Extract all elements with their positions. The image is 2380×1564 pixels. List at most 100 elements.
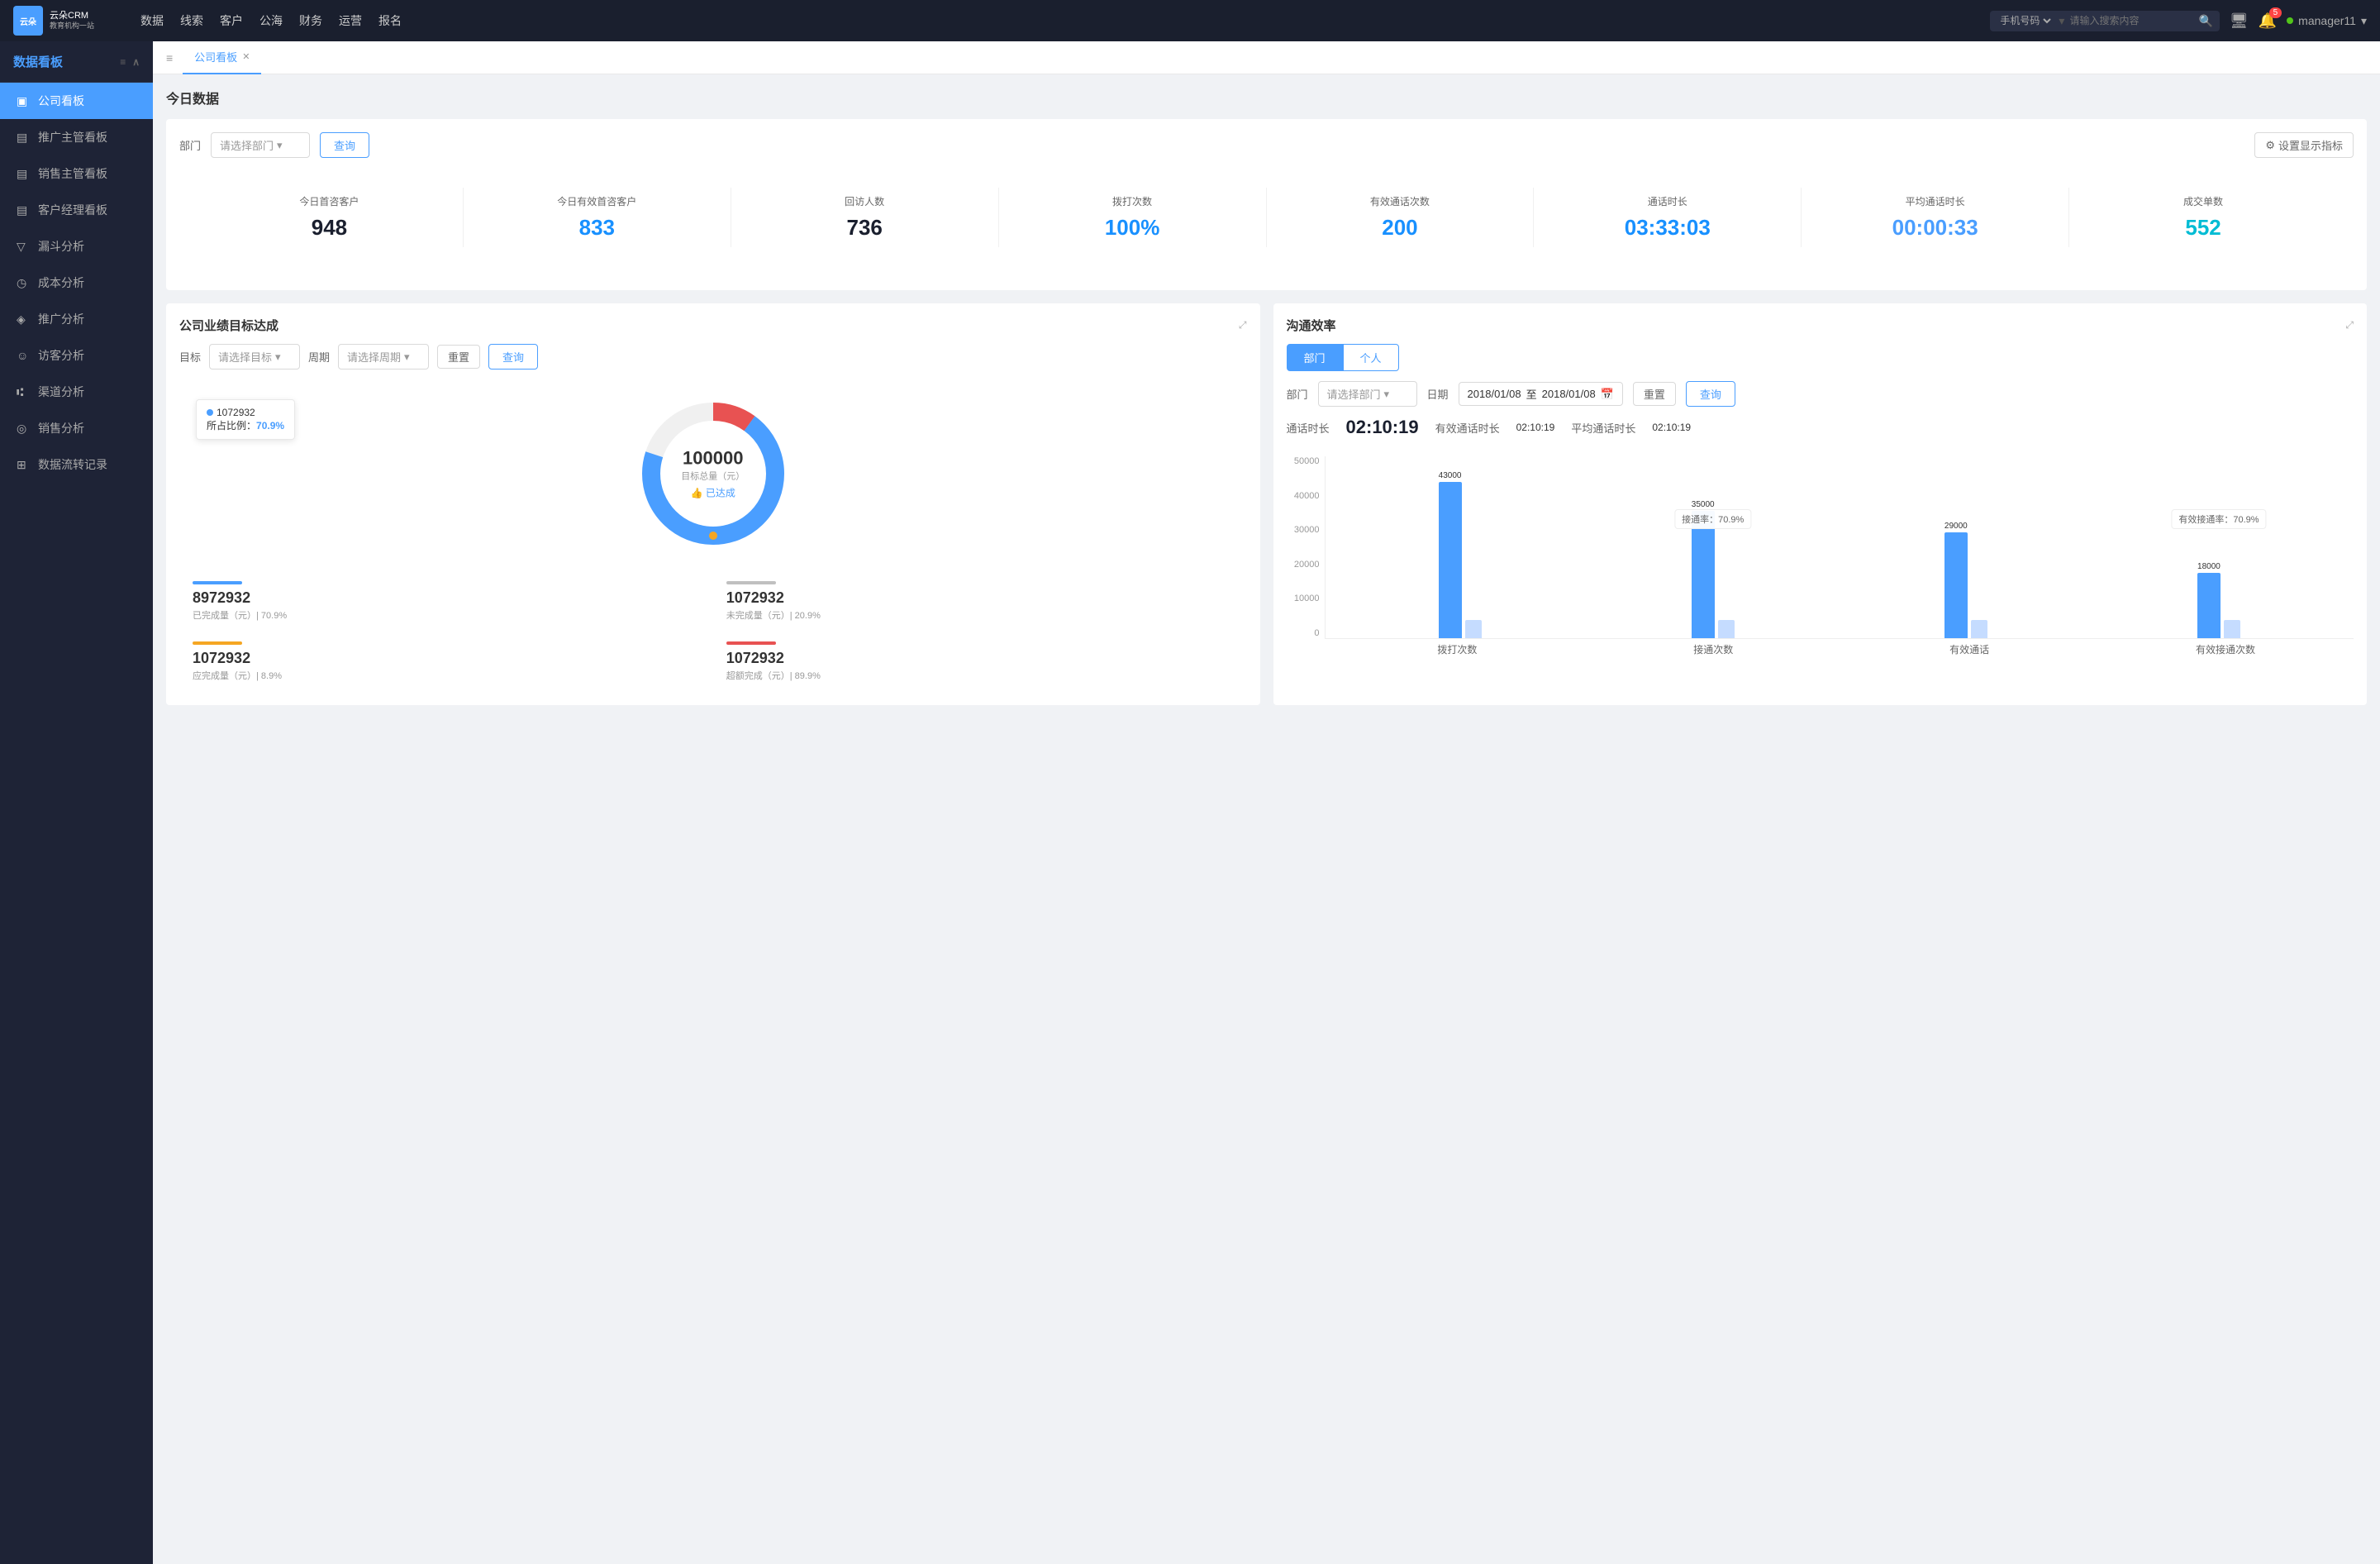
tab-menu-icon[interactable]: ≡ [166, 51, 173, 64]
dept-select[interactable]: 请选择部门 ▾ [211, 132, 310, 158]
goal-target-select[interactable]: 请选择目标 ▾ [209, 344, 300, 370]
sidebar-icon-4: ▽ [17, 240, 30, 254]
bar-3-0 [2197, 573, 2221, 638]
sidebar-item-8[interactable]: ⑆渠道分析 [0, 374, 153, 410]
sidebar-item-0[interactable]: ▣公司看板 [0, 83, 153, 119]
goal-stat-bar-2 [193, 641, 242, 645]
monitor-icon[interactable]: 🖥 [2230, 12, 2249, 30]
eff-tab-0[interactable]: 部门 [1287, 344, 1343, 371]
bar-groups: 43000 35000 接通率：70.9% 29000 18000 有效接通率：… [1326, 456, 2354, 638]
logo-icon: 云朵 [13, 6, 43, 36]
sidebar-label-0: 公司看板 [38, 93, 84, 109]
eff-expand-icon[interactable]: ⤢ [2345, 319, 2354, 331]
nav-link-报名[interactable]: 报名 [378, 9, 402, 32]
sidebar-label-8: 渠道分析 [38, 384, 84, 400]
dropdown-icon: ▾ [2361, 14, 2367, 28]
bar-3-1 [2224, 620, 2240, 638]
sidebar-item-10[interactable]: ⊞数据流转记录 [0, 446, 153, 483]
search-type-select[interactable]: 手机号码 [1997, 14, 2054, 27]
bar-value-2-0: 29000 [1944, 522, 1968, 531]
rate-label-3: 有效接通率：70.9% [2171, 509, 2266, 529]
eff-query-button[interactable]: 查询 [1686, 381, 1735, 407]
sidebar: 数据看板 ≡ ∧ ▣公司看板▤推广主管看板▤销售主管看板▤客户经理看板▽漏斗分析… [0, 41, 153, 1564]
stat-card-0: 今日首咨客户 948 [196, 188, 464, 247]
goal-reset-button[interactable]: 重置 [437, 345, 480, 369]
bar-1-1 [1718, 620, 1735, 638]
bar-2-0 [1944, 532, 1968, 638]
nav-link-公海[interactable]: 公海 [259, 9, 283, 32]
x-label-3: 有效接通次数 [2097, 639, 2354, 656]
eff-tab-1[interactable]: 个人 [1343, 344, 1399, 371]
x-labels: 拨打次数接通次数有效通话有效接通次数 [1287, 639, 2354, 656]
tab-close-icon[interactable]: ✕ [242, 51, 250, 62]
goal-chart-area: 1072932 所占比例：70.9% [179, 383, 1247, 565]
date-from: 2018/01/08 [1468, 388, 1521, 400]
date-to: 2018/01/08 [1542, 388, 1596, 400]
eff-date-range[interactable]: 2018/01/08 至 2018/01/08 📅 [1459, 382, 1623, 406]
goal-period-select[interactable]: 请选择周期 ▾ [338, 344, 429, 370]
x-label-2: 有效通话 [1841, 639, 2097, 656]
sidebar-collapse-icon[interactable]: ≡ [120, 56, 126, 68]
stat-card-7: 成交单数 552 [2069, 188, 2337, 247]
sidebar-icon-9: ◎ [17, 422, 30, 436]
bar-value-0-0: 43000 [1439, 471, 1462, 480]
dept-placeholder: 请选择部门 [220, 137, 274, 153]
sidebar-item-5[interactable]: ◷成本分析 [0, 265, 153, 301]
today-query-button[interactable]: 查询 [320, 132, 369, 158]
sidebar-items: ▣公司看板▤推广主管看板▤销售主管看板▤客户经理看板▽漏斗分析◷成本分析◈推广分… [0, 83, 153, 483]
panels-row: 公司业绩目标达成 ⤢ 目标 请选择目标 ▾ 周期 请选择周期 ▾ 重置 查询 [166, 303, 2367, 705]
y-label-0: 50000 [1294, 456, 1320, 466]
nav-link-运营[interactable]: 运营 [339, 9, 362, 32]
sidebar-item-1[interactable]: ▤推广主管看板 [0, 119, 153, 155]
sidebar-arrow-icon[interactable]: ∧ [132, 56, 140, 68]
sidebar-label-1: 推广主管看板 [38, 129, 107, 145]
x-label-0: 拨打次数 [1330, 639, 1586, 656]
nav-link-客户[interactable]: 客户 [220, 9, 243, 32]
tab-company-board[interactable]: 公司看板 ✕ [183, 41, 261, 74]
y-label-5: 0 [1314, 628, 1319, 638]
goal-stat-0: 8972932 已完成量（元）| 70.9% [179, 571, 713, 632]
goal-tooltip: 1072932 所占比例：70.9% [196, 399, 295, 440]
eff-call-value: 02:10:19 [1516, 422, 1555, 433]
sidebar-item-3[interactable]: ▤客户经理看板 [0, 192, 153, 228]
sidebar-item-9[interactable]: ◎销售分析 [0, 410, 153, 446]
stat-label-5: 通话时长 [1537, 194, 1797, 208]
bar-group-0: 43000 [1334, 456, 1587, 638]
search-input[interactable] [2069, 15, 2193, 26]
donut-center-label: 100000 目标总量（元） 👍 已达成 [681, 448, 745, 500]
settings-button[interactable]: ⚙ 设置显示指标 [2254, 132, 2354, 158]
goal-expand-icon[interactable]: ⤢ [1239, 319, 1247, 331]
nav-link-数据[interactable]: 数据 [140, 9, 164, 32]
sidebar-label-10: 数据流转记录 [38, 456, 107, 473]
logo-text: 云朵CRM 教育机构一站 [50, 10, 94, 31]
settings-icon: ⚙ [2265, 139, 2275, 152]
nav-links: 数据线索客户公海财务运营报名 [140, 9, 1970, 32]
online-indicator [2287, 17, 2293, 24]
eff-filters: 部门 请选择部门 ▾ 日期 2018/01/08 至 2018/01/08 📅 … [1287, 381, 2354, 407]
sidebar-label-2: 销售主管看板 [38, 165, 107, 182]
eff-dept-select[interactable]: 请选择部门 ▾ [1318, 381, 1417, 407]
today-panel: 部门 请选择部门 ▾ 查询 ⚙ 设置显示指标 今日首咨客户 948今日有效首咨客… [166, 119, 2367, 290]
notification-icon[interactable]: 🔔 5 [2259, 12, 2277, 30]
sidebar-item-6[interactable]: ◈推广分析 [0, 301, 153, 337]
sidebar-label-6: 推广分析 [38, 311, 84, 327]
stat-card-4: 有效通话次数 200 [1267, 188, 1535, 247]
goal-stat-value-2: 1072932 [193, 650, 700, 667]
goal-query-button[interactable]: 查询 [488, 344, 538, 370]
nav-link-财务[interactable]: 财务 [299, 9, 322, 32]
sidebar-item-2[interactable]: ▤销售主管看板 [0, 155, 153, 192]
bar-0-0 [1439, 482, 1462, 638]
stat-value-6: 00:00:33 [1805, 215, 2065, 241]
nav-link-线索[interactable]: 线索 [180, 9, 203, 32]
eff-panel-header: 沟通效率 ⤢ [1287, 317, 2354, 334]
stat-card-6: 平均通话时长 00:00:33 [1802, 188, 2069, 247]
stat-label-1: 今日有效首咨客户 [467, 194, 727, 208]
sidebar-header-icons: ≡ ∧ [120, 56, 140, 68]
search-icon[interactable]: 🔍 [2198, 14, 2212, 28]
sidebar-item-4[interactable]: ▽漏斗分析 [0, 228, 153, 265]
eff-panel-title: 沟通效率 [1287, 317, 1336, 334]
sidebar-item-7[interactable]: ☺访客分析 [0, 337, 153, 374]
stat-card-2: 回访人数 736 [731, 188, 999, 247]
eff-reset-button[interactable]: 重置 [1633, 382, 1676, 406]
user-info[interactable]: manager11 ▾ [2287, 14, 2367, 28]
